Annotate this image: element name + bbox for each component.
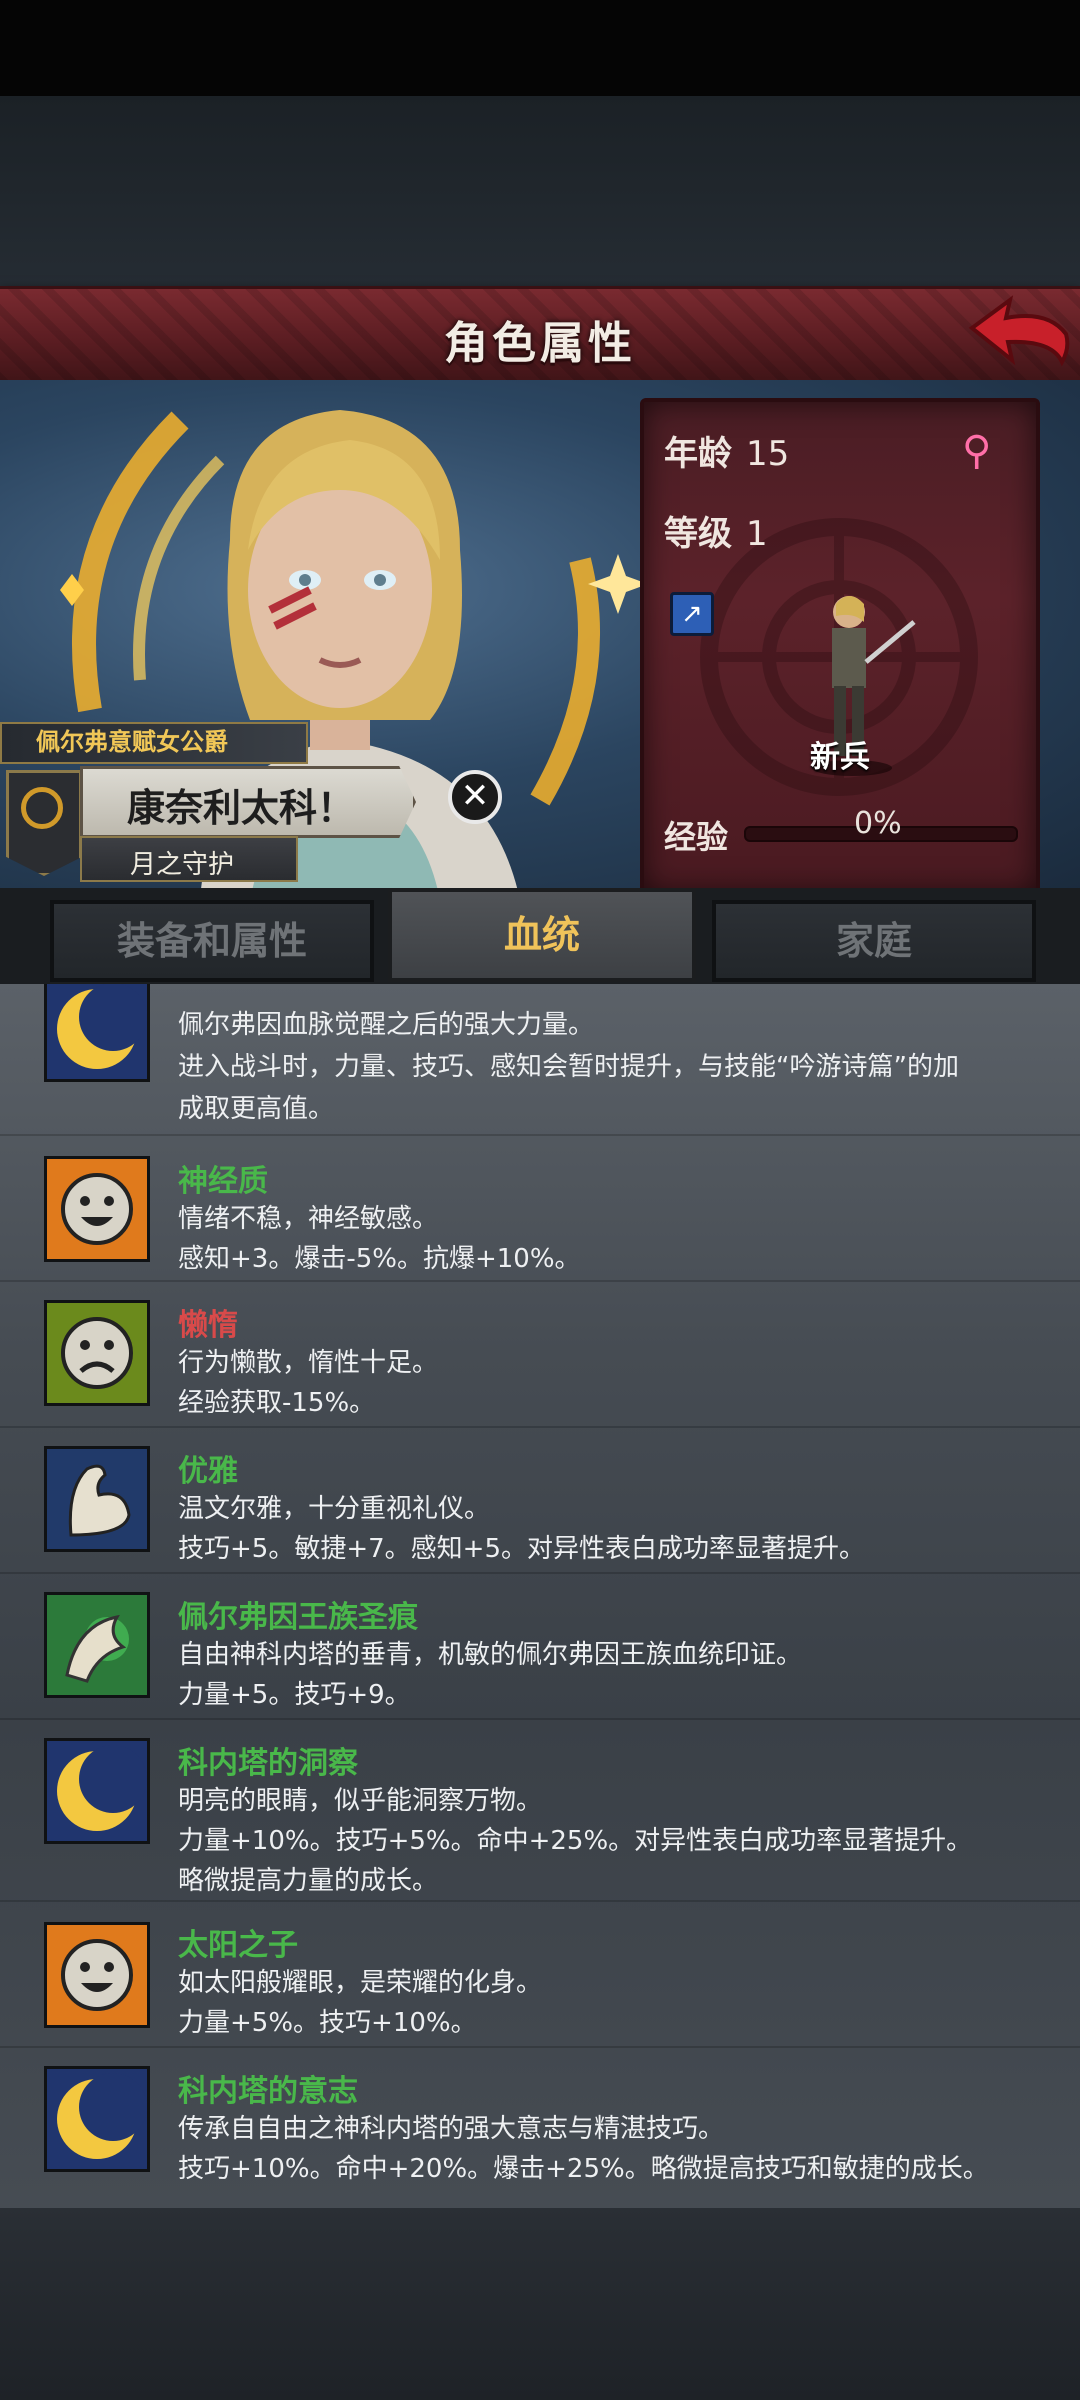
character-name: 康奈利太科！ — [127, 786, 356, 830]
name-plate: 佩尔弗意赋女公爵 康奈利太科！ 月之守护 — [0, 722, 420, 892]
moon-icon — [44, 2066, 150, 2172]
trait-item: 科内塔的意志 传承自自由之神科内塔的强大意志与精湛技巧。 技巧+10%。命中+2… — [0, 2046, 1080, 2208]
sad-face-icon — [44, 1300, 150, 1406]
blessing-bar: 月之守护 — [80, 836, 298, 882]
trait-desc: 技巧+5。敏捷+7。感知+5。对异性表白成功率显著提升。 — [178, 1534, 865, 1564]
age-row: 年龄 15 — [664, 426, 789, 475]
moon-icon — [44, 1738, 150, 1844]
trait-name: 懒惰 — [178, 1308, 238, 1343]
level-value: 1 — [746, 514, 768, 554]
trait-desc: 略微提高力量的成长。 — [178, 1866, 439, 1896]
crest-icon — [6, 770, 82, 876]
feather-icon — [44, 1592, 150, 1698]
exp-value: 0% — [854, 806, 902, 841]
trait-desc: 进入战斗时，力量、技巧、感知会暂时提升，与技能“吟游诗篇”的加 — [178, 1052, 959, 1082]
rank-label: 新兵 — [810, 740, 870, 775]
age-value: 15 — [746, 434, 790, 474]
trait-desc: 温文尔雅，十分重视礼仪。 — [178, 1494, 491, 1524]
tabs-bar: 装备和属性 血统 家庭 — [0, 888, 1080, 984]
trait-desc: 佩尔弗因血脉觉醒之后的强大力量。 — [178, 1010, 595, 1040]
trait-item: 太阳之子 如太阳般耀眼，是荣耀的化身。 力量+5%。技巧+10%。 — [0, 1900, 1080, 2048]
status-bar — [0, 0, 1080, 96]
trait-name: 科内塔的意志 — [178, 2074, 358, 2109]
back-button[interactable] — [966, 292, 1074, 372]
trait-desc: 传承自自由之神科内塔的强大意志与精湛技巧。 — [178, 2114, 725, 2144]
blessing-text: 月之守护 — [130, 850, 235, 880]
level-label: 等级 — [664, 514, 732, 554]
trait-name: 神经质 — [178, 1164, 268, 1199]
trait-list[interactable]: 佩尔弗因血脉觉醒之后的强大力量。 进入战斗时，力量、技巧、感知会暂时提升，与技能… — [0, 984, 1080, 2208]
trait-desc: 自由神科内塔的垂青，机敏的佩尔弗因王族血统印证。 — [178, 1640, 803, 1670]
trait-desc: 明亮的眼睛，似乎能洞察万物。 — [178, 1786, 543, 1816]
page-title: 角色属性 — [444, 318, 636, 369]
trait-item: 佩尔弗因血脉觉醒之后的强大力量。 进入战斗时，力量、技巧、感知会暂时提升，与技能… — [0, 984, 1080, 1136]
trait-desc: 力量+10%。技巧+5%。命中+25%。对异性表白成功率显著提升。 — [178, 1826, 973, 1856]
back-arrow-icon — [968, 295, 1070, 367]
exp-label: 经验 — [664, 818, 729, 856]
age-label: 年龄 — [664, 434, 732, 474]
trait-desc: 情绪不稳，神经敏感。 — [178, 1204, 439, 1234]
trait-desc: 力量+5。技巧+9。 — [178, 1680, 411, 1710]
top-background — [0, 96, 1080, 286]
trait-name: 科内塔的洞察 — [178, 1746, 358, 1781]
trait-name: 太阳之子 — [178, 1928, 298, 1963]
trait-desc: 成取更高值。 — [178, 1094, 335, 1124]
trait-desc: 力量+5%。技巧+10%。 — [178, 2008, 477, 2038]
trait-item: 科内塔的洞察 明亮的眼睛，似乎能洞察万物。 力量+10%。技巧+5%。命中+25… — [0, 1718, 1080, 1902]
trait-name: 佩尔弗因王族圣痕 — [178, 1600, 418, 1635]
trait-item: 神经质 情绪不稳，神经敏感。 感知+3。爆击-5%。抗爆+10%。 — [0, 1134, 1080, 1282]
trait-item: 懒惰 行为懒散，惰性十足。 经验获取-15%。 — [0, 1280, 1080, 1428]
female-icon: ⚲ — [962, 428, 992, 474]
trait-desc: 经验获取-15%。 — [178, 1388, 376, 1418]
trait-desc: 技巧+10%。命中+20%。爆击+25%。略微提高技巧和敏捷的成长。 — [178, 2154, 989, 2184]
bottom-background — [0, 2208, 1080, 2400]
tab-equipment[interactable]: 装备和属性 — [50, 900, 374, 982]
trait-desc: 行为懒散，惰性十足。 — [178, 1348, 439, 1378]
stats-panel: 年龄 15 ⚲ 等级 1 ↗ 新兵 经验 0% — [640, 398, 1040, 896]
trait-item: 优雅 温文尔雅，十分重视礼仪。 技巧+5。敏捷+7。感知+5。对异性表白成功率显… — [0, 1426, 1080, 1574]
happy-face-icon — [44, 1156, 150, 1262]
crest-emblem — [21, 787, 63, 829]
trait-desc: 如太阳般耀眼，是荣耀的化身。 — [178, 1968, 543, 1998]
tab-family[interactable]: 家庭 — [712, 900, 1036, 982]
trait-name: 优雅 — [178, 1454, 238, 1489]
sword-icon[interactable]: ↗ — [670, 592, 714, 636]
happy-face-icon — [44, 1922, 150, 2028]
character-title: 佩尔弗意赋女公爵 — [0, 722, 308, 764]
level-row: 等级 1 — [664, 506, 768, 555]
trait-desc: 感知+3。爆击-5%。抗爆+10%。 — [178, 1244, 581, 1274]
close-icon[interactable]: ✕ — [448, 770, 502, 824]
name-bar[interactable]: 康奈利太科！ — [80, 766, 416, 838]
arm-icon — [44, 1446, 150, 1552]
tab-bloodline[interactable]: 血统 — [388, 888, 696, 982]
moon-icon — [44, 984, 150, 1082]
title-bar: 角色属性 — [0, 286, 1080, 387]
trait-item: 佩尔弗因王族圣痕 自由神科内塔的垂青，机敏的佩尔弗因王族血统印证。 力量+5。技… — [0, 1572, 1080, 1720]
